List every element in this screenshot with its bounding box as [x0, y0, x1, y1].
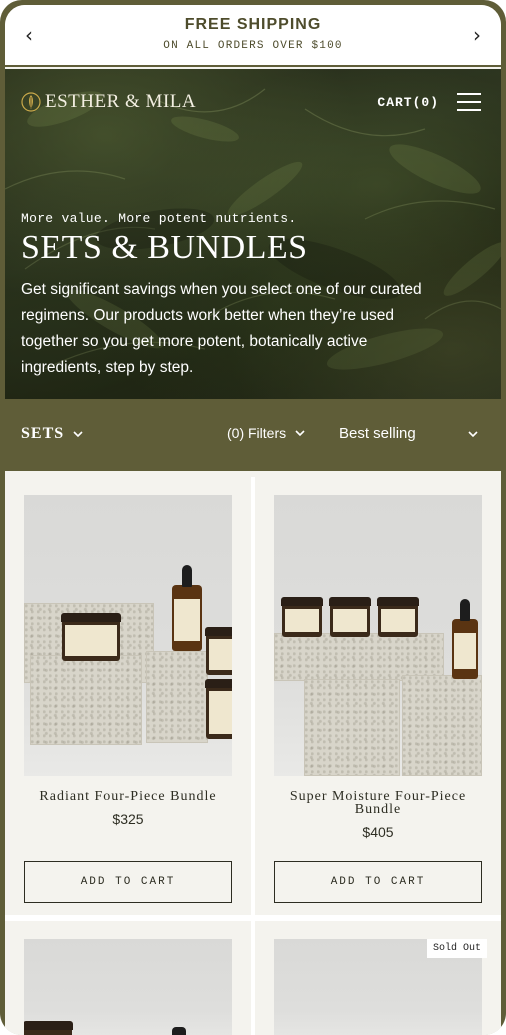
- dropper-bottle: [172, 1027, 186, 1035]
- product-name[interactable]: Radiant Four-Piece Bundle: [17, 790, 239, 804]
- stone-block: [30, 655, 142, 745]
- product-image[interactable]: [24, 939, 232, 1035]
- dropper-bottle: [172, 565, 202, 651]
- hero-eyebrow: More value. More potent nutrients.: [21, 211, 297, 226]
- product-jar: [205, 627, 232, 675]
- product-jar: [61, 613, 121, 661]
- stone-block: [274, 633, 444, 681]
- stone-block: [304, 679, 400, 776]
- sort-select[interactable]: Best selling: [339, 425, 479, 442]
- product-price: $405: [362, 824, 394, 840]
- collection-label: SETS: [21, 425, 65, 442]
- filters-label: (0) Filters: [227, 425, 287, 441]
- hamburger-menu-icon[interactable]: [457, 93, 481, 111]
- product-jar: [24, 1021, 73, 1035]
- stone-block: [146, 651, 208, 743]
- collection-toolbar: SETS (0) Filters Best selling: [5, 399, 501, 471]
- brand-name: ESTHER & MILA: [45, 91, 197, 112]
- product-jar: [329, 597, 371, 637]
- product-jar: [377, 597, 419, 637]
- product-jar: [205, 679, 232, 739]
- brand-logo[interactable]: ESTHER & MILA: [21, 89, 196, 115]
- sold-out-badge: Sold Out: [426, 939, 487, 958]
- product-price: $325: [112, 811, 144, 827]
- product-name[interactable]: Super Moisture Four-Piece Bundle: [267, 790, 489, 817]
- cart-link[interactable]: CART(0): [377, 95, 439, 110]
- product-jar: [281, 597, 323, 637]
- product-image[interactable]: [24, 495, 232, 776]
- product-grid: Radiant Four-Piece Bundle $325 ADD TO CA…: [5, 477, 501, 1035]
- announcement-subtitle: ON ALL ORDERS OVER $100: [163, 40, 343, 52]
- chevron-right-icon[interactable]: ›: [467, 25, 487, 45]
- leaf-emblem-icon: [21, 92, 41, 112]
- filters-button[interactable]: (0) Filters: [227, 425, 306, 441]
- stone-block: [402, 675, 482, 776]
- chevron-down-icon: [73, 431, 83, 438]
- device-frame: ‹ FREE SHIPPING ON ALL ORDERS OVER $100 …: [0, 0, 506, 1035]
- hero-description: Get significant savings when you select …: [21, 281, 422, 376]
- product-card: Sold Out: [255, 921, 501, 1035]
- product-card: Super Moisture Four-Piece Bundle $405 AD…: [255, 477, 501, 915]
- add-to-cart-button[interactable]: ADD TO CART: [274, 861, 482, 903]
- hero-banner: ESTHER & MILA CART(0) More value. More p…: [5, 69, 501, 399]
- announcement-title: FREE SHIPPING: [184, 16, 322, 33]
- chevron-down-icon: [295, 430, 305, 437]
- announcement-bar: ‹ FREE SHIPPING ON ALL ORDERS OVER $100 …: [5, 5, 501, 67]
- product-image[interactable]: [274, 495, 482, 776]
- sort-label: Best selling: [339, 425, 416, 442]
- chevron-down-icon: [468, 430, 478, 437]
- add-to-cart-button[interactable]: ADD TO CART: [24, 861, 232, 903]
- page: ‹ FREE SHIPPING ON ALL ORDERS OVER $100 …: [5, 5, 501, 1035]
- collection-dropdown[interactable]: SETS: [21, 425, 84, 443]
- product-card: Radiant Four-Piece Bundle $325 ADD TO CA…: [5, 477, 251, 915]
- page-title: SETS & BUNDLES: [21, 229, 308, 266]
- product-card: [5, 921, 251, 1035]
- dropper-bottle: [452, 599, 478, 679]
